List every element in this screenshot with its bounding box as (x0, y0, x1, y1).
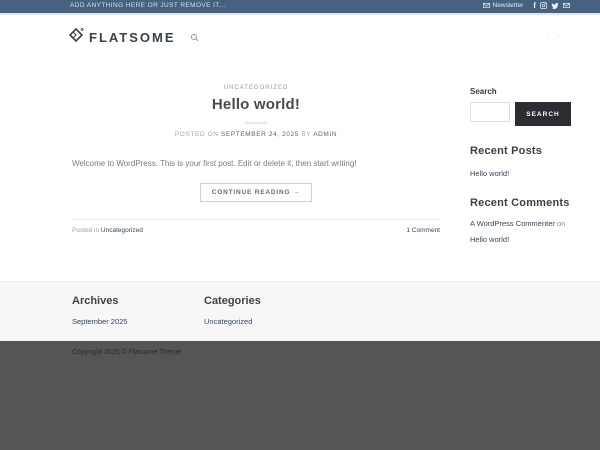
post-meta: POSTED ON SEPTEMBER 24, 2025 BY ADMIN (72, 131, 440, 138)
posted-on-label: POSTED ON (175, 131, 219, 138)
posted-in-label: Posted in (72, 227, 99, 234)
sidebar: Search SEARCH Recent Posts Hello world! … (470, 87, 580, 248)
main-content: UNCATEGORIZED Hello world! POSTED ON SEP… (0, 57, 600, 281)
post-title[interactable]: Hello world! (72, 96, 440, 113)
comment-author-link[interactable]: A WordPress Commenter (470, 219, 555, 228)
topbar-right: Newsletter f (483, 2, 570, 10)
twitter-icon[interactable] (551, 2, 559, 9)
newsletter-envelope-icon (483, 3, 490, 8)
post-date-link[interactable]: SEPTEMBER 24, 2025 (221, 131, 299, 138)
email-icon[interactable] (563, 3, 570, 8)
archives-title: Archives (72, 295, 204, 307)
search-button[interactable]: SEARCH (515, 102, 571, 126)
comments-link[interactable]: 1 Comment (406, 227, 440, 234)
search-input[interactable] (470, 102, 510, 122)
categories-title: Categories (204, 295, 336, 307)
top-bar: ADD ANYTHING HERE OR JUST REMOVE IT... N… (0, 0, 600, 15)
copyright-text: Copyright 2025 © Flatsome Theme (72, 349, 600, 356)
recent-comments-title: Recent Comments (470, 197, 580, 209)
recent-comment: A WordPress Commenter on Hello world! (470, 216, 580, 248)
instagram-icon[interactable] (540, 2, 547, 9)
page: ADD ANYTHING HERE OR JUST REMOVE IT... N… (0, 0, 600, 450)
header-nav-arrows: ‹ › (547, 31, 560, 43)
next-arrow-icon: › (556, 31, 560, 43)
topbar-message: ADD ANYTHING HERE OR JUST REMOVE IT... (70, 2, 226, 9)
post-category-link[interactable]: UNCATEGORIZED (72, 85, 440, 91)
by-label: BY (301, 131, 311, 138)
search-icon[interactable] (190, 33, 199, 42)
post-excerpt: Welcome to WordPress. This is your first… (72, 158, 440, 170)
logo-text: FLATSOME (89, 30, 176, 45)
post-footer-meta: Posted in Uncategorized 1 Comment (72, 219, 440, 234)
prev-arrow-icon: ‹ (547, 31, 551, 43)
facebook-icon[interactable]: f (533, 2, 536, 10)
archive-link[interactable]: September 2025 (72, 317, 127, 326)
search-widget-label: Search (470, 87, 580, 96)
category-link[interactable]: Uncategorized (204, 317, 252, 326)
comment-on-label: on (557, 219, 565, 228)
site-header: FLATSOME ‹ › (0, 17, 600, 57)
footer-bottom: Copyright 2025 © Flatsome Theme (0, 341, 600, 450)
continue-reading-button[interactable]: CONTINUE READING → (200, 183, 312, 202)
recent-post-link[interactable]: Hello world! (470, 169, 509, 178)
recent-posts-title: Recent Posts (470, 145, 580, 157)
post-author-link[interactable]: ADMIN (313, 131, 337, 138)
site-logo[interactable]: FLATSOME (68, 27, 176, 48)
comment-post-link[interactable]: Hello world! (470, 235, 509, 244)
footer-widgets: Archives September 2025 Categories Uncat… (0, 281, 600, 341)
blog-post: UNCATEGORIZED Hello world! POSTED ON SEP… (72, 85, 440, 234)
categories-widget: Categories Uncategorized (204, 295, 336, 341)
newsletter-link[interactable]: Newsletter (483, 2, 524, 9)
flatsome-gem-icon (68, 27, 84, 48)
posted-in-category-link[interactable]: Uncategorized (101, 227, 143, 234)
posted-in: Posted in Uncategorized (72, 227, 143, 234)
newsletter-label: Newsletter (493, 2, 524, 9)
title-divider (245, 122, 267, 124)
search-widget: SEARCH (470, 102, 580, 126)
social-icons: f (533, 2, 570, 10)
archives-widget: Archives September 2025 (72, 295, 204, 341)
